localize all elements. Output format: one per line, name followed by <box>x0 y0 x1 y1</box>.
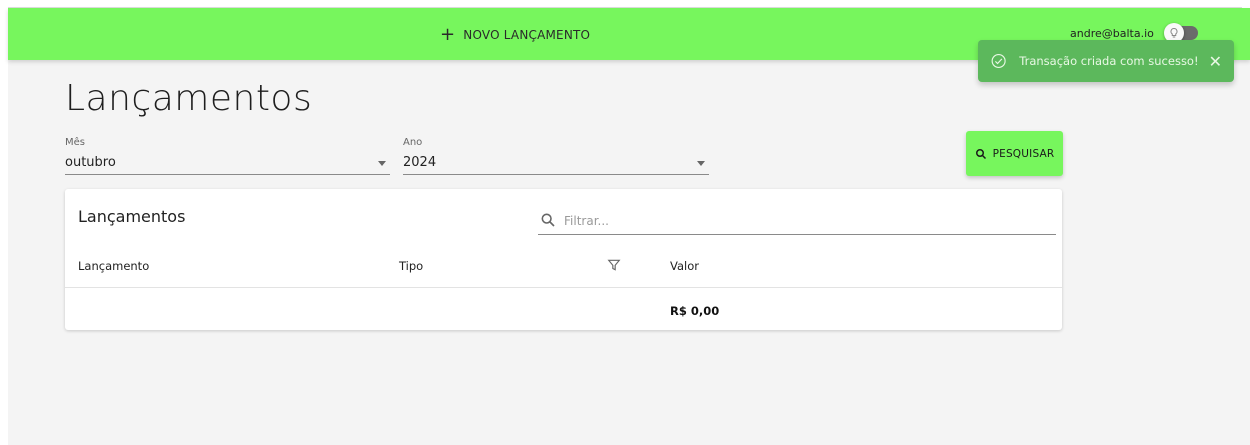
month-label: Mês <box>65 137 85 148</box>
entries-card: Lançamentos Lançamento Tipo Valor R$ 0,0… <box>65 189 1062 330</box>
new-entry-label: NOVO LANÇAMENTO <box>463 28 591 42</box>
month-select[interactable]: Mês outubro <box>65 137 390 175</box>
filter-field[interactable] <box>538 209 1056 235</box>
search-icon <box>541 213 555 227</box>
plus-icon: + <box>440 24 456 45</box>
dropdown-caret-icon <box>378 161 386 166</box>
dropdown-caret-icon <box>697 161 705 166</box>
column-header-valor[interactable]: Valor <box>670 259 699 273</box>
new-entry-button[interactable]: + NOVO LANÇAMENTO <box>440 22 590 48</box>
filter-input[interactable] <box>564 212 1044 230</box>
total-value: R$ 0,00 <box>670 304 720 318</box>
year-select[interactable]: Ano 2024 <box>403 137 709 175</box>
column-header-lancamento[interactable]: Lançamento <box>78 259 149 273</box>
search-button-label: PESQUISAR <box>992 147 1055 160</box>
check-circle-icon <box>991 53 1006 69</box>
year-value: 2024 <box>403 155 437 170</box>
search-button[interactable]: PESQUISAR <box>966 131 1063 176</box>
page-title: Lançamentos <box>65 78 313 119</box>
month-value: outubro <box>65 155 116 170</box>
app-container: + NOVO LANÇAMENTO andre@balta.io Transaç… <box>8 8 1250 445</box>
table-divider <box>65 287 1062 288</box>
close-icon[interactable]: ✕ <box>1209 52 1222 71</box>
success-toast: Transação criada com sucesso! ✕ <box>978 40 1234 82</box>
lightbulb-icon <box>1170 27 1178 38</box>
toast-message: Transação criada com sucesso! <box>1019 54 1199 68</box>
card-title: Lançamentos <box>78 207 186 226</box>
search-icon <box>975 148 986 159</box>
user-email: andre@balta.io <box>1070 27 1154 40</box>
column-header-tipo[interactable]: Tipo <box>399 259 423 273</box>
theme-toggle[interactable] <box>1164 23 1198 43</box>
funnel-icon[interactable] <box>607 258 621 272</box>
year-label: Ano <box>403 137 423 148</box>
